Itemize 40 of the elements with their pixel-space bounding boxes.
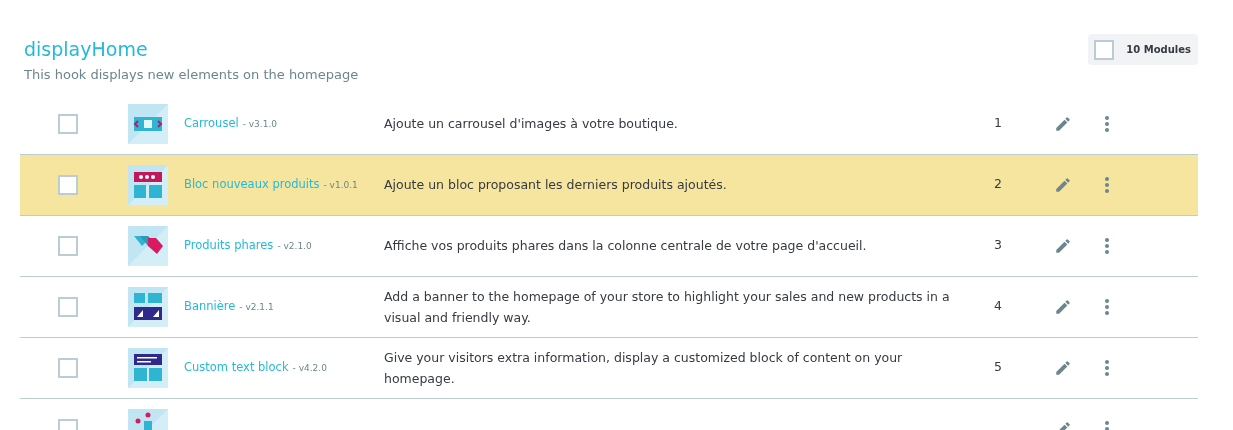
more-icon[interactable]	[1104, 358, 1110, 377]
module-position: 4	[994, 298, 1002, 314]
edit-icon[interactable]	[1054, 358, 1072, 377]
module-icon	[128, 103, 168, 144]
module-description: Give your visitors extra information, display a customized block of content on your homepage.	[384, 348, 904, 388]
edit-icon[interactable]	[1054, 297, 1072, 316]
module-icon	[128, 225, 168, 266]
module-position: 3	[994, 237, 1002, 253]
more-icon[interactable]	[1104, 175, 1110, 194]
hook-description: This hook displays new elements on the homepage	[24, 66, 359, 84]
module-version: - v2.1.0	[277, 239, 312, 253]
module-position: 1	[994, 115, 1002, 131]
module-position: 2	[994, 176, 1002, 192]
edit-icon[interactable]	[1054, 236, 1072, 255]
checkbox[interactable]	[58, 235, 78, 256]
module-description: Ajoute un carrousel d'images à votre boutique.	[384, 115, 679, 133]
module-version: - v1.0.1	[323, 178, 358, 192]
module-count: 10 Modules	[1126, 43, 1191, 57]
more-icon[interactable]	[1104, 297, 1110, 316]
hook-title: displayHome	[24, 37, 149, 61]
module-description: Ajoute un bloc proposant les derniers produits ajoutés.	[384, 176, 728, 194]
module-icon	[128, 347, 168, 388]
module-description: Affiche vos produits phares dans la colonne centrale de votre page d'accueil.	[384, 237, 868, 255]
checkbox[interactable]	[58, 113, 78, 134]
edit-icon[interactable]	[1054, 175, 1072, 194]
checkbox[interactable]	[1094, 39, 1115, 60]
more-icon[interactable]	[1104, 236, 1110, 255]
checkbox[interactable]	[58, 296, 78, 317]
checkbox[interactable]	[58, 357, 78, 378]
module-icon	[128, 164, 168, 205]
module-version: - v2.1.1	[239, 300, 274, 314]
more-icon[interactable]	[1104, 114, 1110, 133]
checkbox[interactable]	[58, 174, 78, 195]
module-icon	[128, 286, 168, 327]
module-position: 5	[994, 359, 1002, 375]
module-version: - v3.1.0	[242, 117, 277, 131]
module-description: Add a banner to the homepage of your store to highlight your sales and new products in a visual and friendly way.	[384, 287, 951, 327]
edit-icon[interactable]	[1054, 114, 1072, 133]
module-row[interactable]: Bloc nouveaux produits - v1.0.1 Ajoute un bloc proposant les derniers produits ajoutés. 2	[20, 154, 1198, 216]
module-version: - v4.2.0	[292, 361, 327, 375]
